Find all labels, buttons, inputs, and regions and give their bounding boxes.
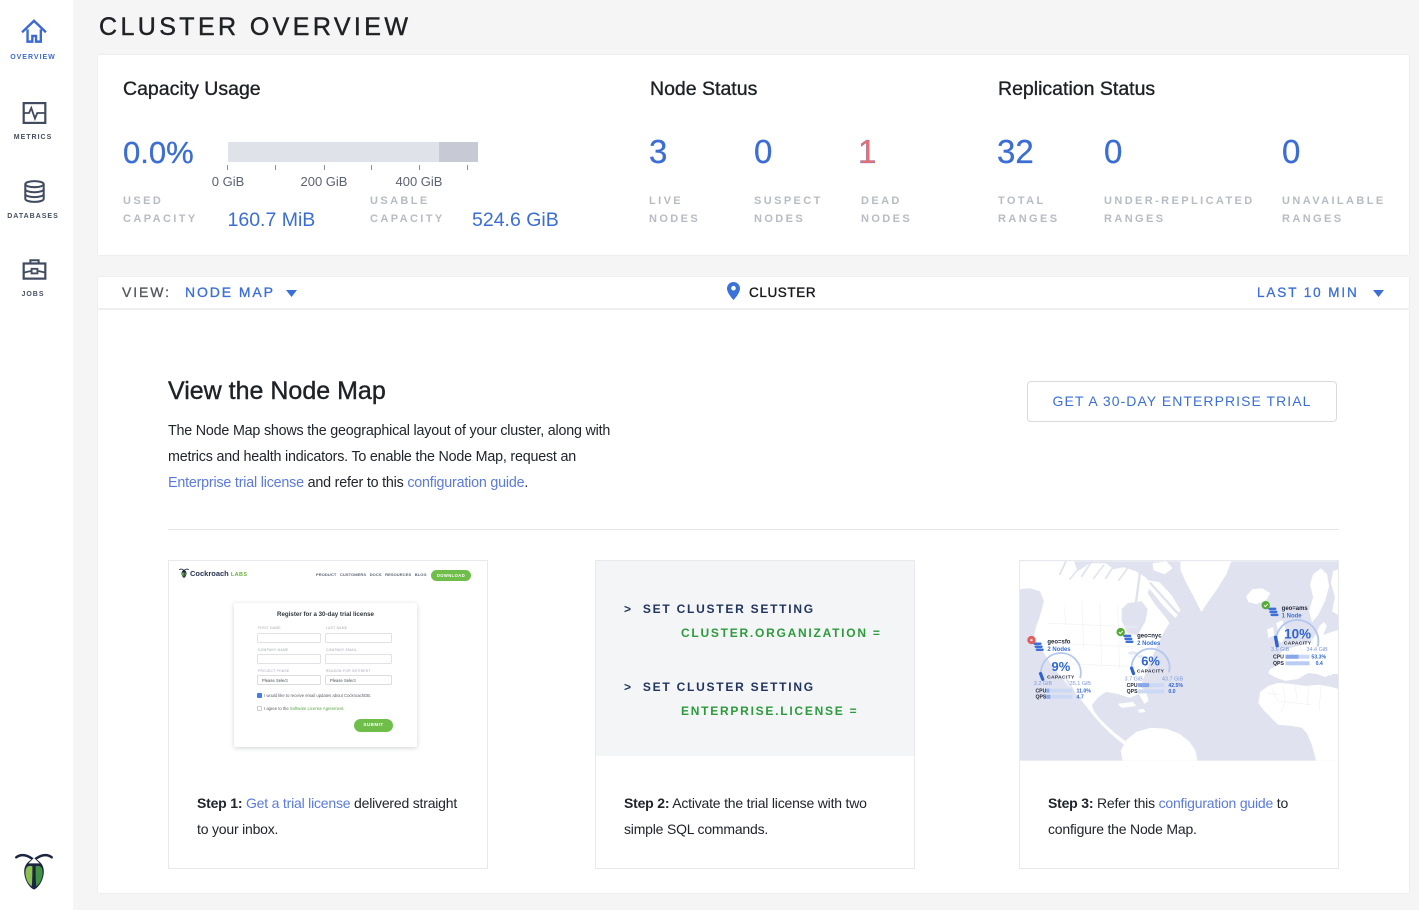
svg-text:10%: 10% — [1284, 627, 1311, 642]
svg-text:4.7: 4.7 — [1077, 695, 1084, 701]
svg-text:0.0: 0.0 — [1168, 689, 1175, 695]
svg-text:CPU: CPU — [1273, 654, 1284, 660]
svg-text:43.7 GiB: 43.7 GiB — [1162, 677, 1184, 683]
svg-text:35.1 GiB: 35.1 GiB — [1070, 681, 1092, 687]
svg-text:6%: 6% — [1141, 653, 1160, 668]
svg-text:11.0%: 11.0% — [1077, 688, 1092, 694]
svg-text:3.2 GiB: 3.2 GiB — [1034, 681, 1053, 687]
svg-text:1 Node: 1 Node — [1282, 614, 1303, 620]
svg-text:CAPACITY: CAPACITY — [1047, 674, 1075, 680]
svg-text:CAPACITY: CAPACITY — [1284, 640, 1312, 646]
svg-text:CPU: CPU — [1035, 688, 1046, 694]
svg-text:9%: 9% — [1052, 659, 1071, 674]
svg-text:2 Nodes: 2 Nodes — [1137, 641, 1161, 647]
svg-text:3.6 GiB: 3.6 GiB — [1271, 647, 1290, 653]
svg-text:QPS: QPS — [1127, 689, 1138, 695]
svg-text:0.4: 0.4 — [1316, 661, 1323, 667]
svg-text:42.5%: 42.5% — [1168, 683, 1183, 689]
svg-text:3.7 GiB: 3.7 GiB — [1125, 677, 1144, 683]
svg-text:CPU: CPU — [1127, 683, 1138, 689]
svg-text:geo=sfo: geo=sfo — [1047, 640, 1070, 646]
svg-text:CAPACITY: CAPACITY — [1137, 669, 1165, 675]
svg-text:geo=nyc: geo=nyc — [1137, 634, 1162, 640]
svg-text:53.3%: 53.3% — [1311, 654, 1326, 660]
svg-text:geo=ams: geo=ams — [1282, 606, 1309, 612]
svg-text:QPS: QPS — [1273, 661, 1284, 667]
svg-text:QPS: QPS — [1035, 695, 1046, 701]
svg-text:34.4 GiB: 34.4 GiB — [1306, 647, 1328, 653]
